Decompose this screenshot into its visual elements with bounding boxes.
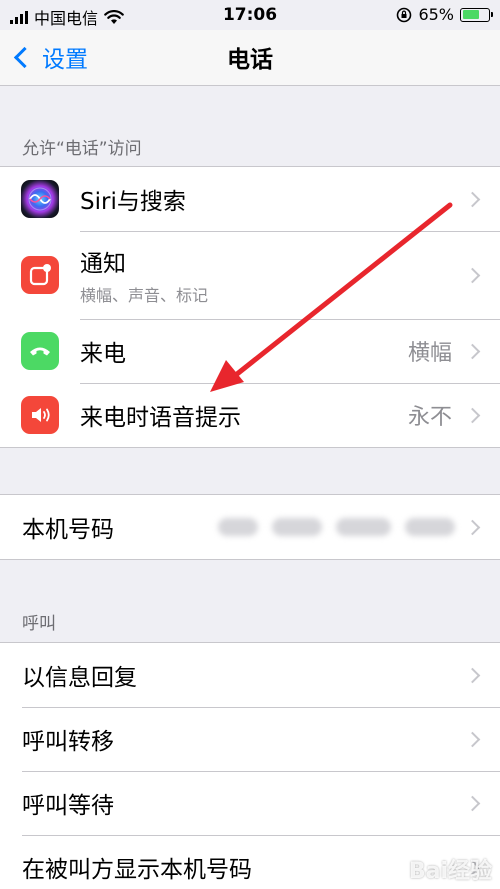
speaker-icon <box>21 396 59 434</box>
chevron-right-icon <box>464 267 481 283</box>
row-value: 永不 <box>407 405 452 430</box>
page-title: 电话 <box>227 47 273 73</box>
siri-icon <box>21 180 59 218</box>
navigation-bar: 设置 电话 <box>0 30 500 86</box>
section-header-calling: 呼叫 <box>22 614 56 634</box>
chevron-right-icon <box>464 667 481 683</box>
allow-access-group: Siri与搜索 通知 横幅、声音、标记 来电 横幅 来电时语音提示 永不 <box>0 166 500 448</box>
row-subtitle: 横幅、声音、标记 <box>80 286 209 305</box>
chevron-right-icon <box>464 731 481 747</box>
watermark-text: Bai经验 <box>408 859 492 884</box>
row-call-waiting[interactable]: 呼叫等待 <box>0 771 500 835</box>
row-label: Siri与搜索 <box>80 189 186 215</box>
row-label: 在被叫方显示本机号码 <box>22 857 252 883</box>
section-header-allow-access: 允许“电话”访问 <box>22 139 142 159</box>
my-number-group: 本机号码 <box>0 494 500 560</box>
chevron-right-icon <box>464 407 481 423</box>
battery-level-fill <box>462 10 479 19</box>
chevron-right-icon <box>464 343 481 359</box>
row-label: 本机号码 <box>22 517 114 543</box>
row-label: 来电时语音提示 <box>80 405 241 431</box>
row-label: 呼叫等待 <box>22 793 114 819</box>
status-right: 65% <box>396 5 493 24</box>
row-notifications[interactable]: 通知 横幅、声音、标记 <box>0 231 500 319</box>
battery-percent: 65% <box>418 5 454 24</box>
row-announce-calls[interactable]: 来电时语音提示 永不 <box>0 383 500 447</box>
row-value: 横幅 <box>407 341 452 366</box>
row-my-number[interactable]: 本机号码 <box>0 495 500 559</box>
row-label: 通知 <box>80 251 126 277</box>
paw-logo-icon <box>385 859 403 878</box>
calling-group: 以信息回复 呼叫转移 呼叫等待 在被叫方显示本机号码 <box>0 642 500 889</box>
chevron-right-icon <box>464 795 481 811</box>
row-label: 来电 <box>80 341 126 367</box>
notification-icon <box>21 256 59 294</box>
row-respond-with-text[interactable]: 以信息回复 <box>0 643 500 707</box>
status-bar: 中国电信 17:06 65% <box>0 0 500 30</box>
incoming-call-icon <box>21 332 59 370</box>
battery-icon <box>460 7 493 22</box>
baidu-watermark: Bai经验 <box>383 853 492 885</box>
row-call-forwarding[interactable]: 呼叫转移 <box>0 707 500 771</box>
row-label: 呼叫转移 <box>22 729 114 755</box>
row-incoming-calls[interactable]: 来电 横幅 <box>0 319 500 383</box>
chevron-right-icon <box>464 191 481 207</box>
row-siri-search[interactable]: Siri与搜索 <box>0 167 500 231</box>
orientation-lock-icon <box>397 7 412 22</box>
chevron-right-icon <box>464 519 481 535</box>
row-label: 以信息回复 <box>22 665 137 691</box>
blurred-phone-number <box>218 510 458 544</box>
